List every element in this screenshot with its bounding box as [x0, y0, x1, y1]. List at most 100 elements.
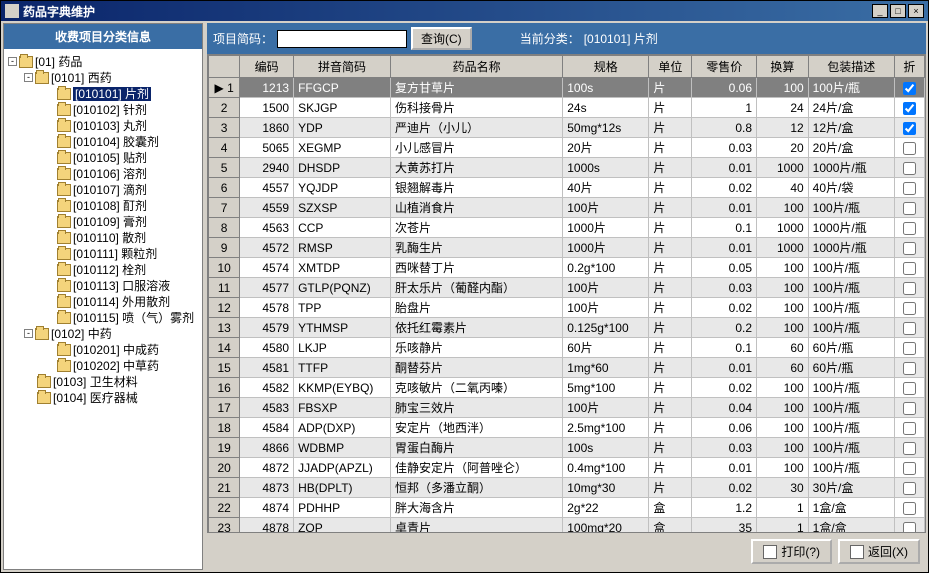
table-row[interactable]: 144580LKJP乐咳静片60片片0.16060片/瓶: [209, 338, 925, 358]
row-checkbox[interactable]: [903, 522, 916, 533]
table-row[interactable]: 214873HB(DPLT)恒邦（多潘立酮）10mg*30片0.023030片/…: [209, 478, 925, 498]
tree-node[interactable]: [010114] 外用散剂: [4, 293, 202, 309]
tree-node[interactable]: [010102] 针剂: [4, 101, 202, 117]
cell-check[interactable]: [894, 418, 924, 438]
table-row[interactable]: 194866WDBMP胃蛋白酶片100s片0.03100100片/瓶: [209, 438, 925, 458]
cell-check[interactable]: [894, 498, 924, 518]
cell-check[interactable]: [894, 118, 924, 138]
data-grid[interactable]: 编码拼音简码药品名称规格单位零售价换算包装描述折▶ 11213FFGCP复方甘草…: [207, 54, 926, 533]
col-header[interactable]: 包装描述: [808, 56, 894, 78]
table-row[interactable]: 31860YDP严迪片（小儿）50mg*12s片0.81212片/盒: [209, 118, 925, 138]
cell-check[interactable]: [894, 518, 924, 534]
cell-check[interactable]: [894, 298, 924, 318]
row-checkbox[interactable]: [903, 342, 916, 355]
tree-node[interactable]: [010111] 颗粒剂: [4, 245, 202, 261]
col-header[interactable]: 单位: [649, 56, 692, 78]
row-checkbox[interactable]: [903, 222, 916, 235]
maximize-button[interactable]: □: [890, 4, 906, 18]
table-row[interactable]: 204872JJADP(APZL)佳静安定片（阿普唑仑）0.4mg*100片0.…: [209, 458, 925, 478]
tree-node[interactable]: [010104] 胶囊剂: [4, 133, 202, 149]
cell-check[interactable]: [894, 378, 924, 398]
row-checkbox[interactable]: [903, 482, 916, 495]
tree-node[interactable]: [010202] 中草药: [4, 357, 202, 373]
tree-node[interactable]: [010107] 滴剂: [4, 181, 202, 197]
row-checkbox[interactable]: [903, 242, 916, 255]
cell-check[interactable]: [894, 138, 924, 158]
table-row[interactable]: 52940DHSDP大黄苏打片1000s片0.0110001000片/瓶: [209, 158, 925, 178]
row-checkbox[interactable]: [903, 202, 916, 215]
table-row[interactable]: 104574XMTDP西咪替丁片0.2g*100片0.05100100片/瓶: [209, 258, 925, 278]
cell-check[interactable]: [894, 238, 924, 258]
table-row[interactable]: ▶ 11213FFGCP复方甘草片100s片0.06100100片/瓶: [209, 78, 925, 98]
cell-check[interactable]: [894, 278, 924, 298]
row-checkbox[interactable]: [903, 382, 916, 395]
tree-node[interactable]: [010106] 溶剂: [4, 165, 202, 181]
cell-check[interactable]: [894, 178, 924, 198]
tree-node[interactable]: -[01] 药品: [4, 53, 202, 69]
cell-check[interactable]: [894, 358, 924, 378]
tree-node[interactable]: -[0101] 西药: [4, 69, 202, 85]
row-checkbox[interactable]: [903, 82, 916, 95]
table-row[interactable]: 21500SKJGP伤科接骨片24s片12424片/盒: [209, 98, 925, 118]
cell-check[interactable]: [894, 438, 924, 458]
tree-node[interactable]: -[0102] 中药: [4, 325, 202, 341]
tree-toggle-icon[interactable]: -: [24, 73, 33, 82]
minimize-button[interactable]: _: [872, 4, 888, 18]
row-checkbox[interactable]: [903, 302, 916, 315]
tree-node[interactable]: [010103] 丸剂: [4, 117, 202, 133]
col-header[interactable]: 拼音简码: [294, 56, 391, 78]
table-row[interactable]: 154581TTFP酮替芬片1mg*60片0.016060片/瓶: [209, 358, 925, 378]
row-checkbox[interactable]: [903, 142, 916, 155]
table-row[interactable]: 184584ADP(DXP)安定片（地西泮）2.5mg*100片0.061001…: [209, 418, 925, 438]
row-checkbox[interactable]: [903, 182, 916, 195]
table-row[interactable]: 234878ZQP卓青片100mg*20盒3511盒/盒: [209, 518, 925, 534]
cell-check[interactable]: [894, 158, 924, 178]
tree-node[interactable]: [010108] 酊剂: [4, 197, 202, 213]
tree-node[interactable]: [0103] 卫生材料: [4, 373, 202, 389]
cell-check[interactable]: [894, 78, 924, 98]
cell-check[interactable]: [894, 198, 924, 218]
print-button[interactable]: 打印(?): [751, 539, 832, 564]
col-header[interactable]: [209, 56, 240, 78]
tree-node[interactable]: [010113] 口服溶液: [4, 277, 202, 293]
close-button[interactable]: ×: [908, 4, 924, 18]
cell-check[interactable]: [894, 218, 924, 238]
table-row[interactable]: 45065XEGMP小儿感冒片20片片0.032020片/盒: [209, 138, 925, 158]
row-checkbox[interactable]: [903, 102, 916, 115]
table-row[interactable]: 74559SZXSP山植消食片100片片0.01100100片/瓶: [209, 198, 925, 218]
col-header[interactable]: 规格: [563, 56, 649, 78]
cell-check[interactable]: [894, 458, 924, 478]
row-checkbox[interactable]: [903, 422, 916, 435]
tree-toggle-icon[interactable]: -: [24, 329, 33, 338]
row-checkbox[interactable]: [903, 282, 916, 295]
row-checkbox[interactable]: [903, 462, 916, 475]
row-checkbox[interactable]: [903, 402, 916, 415]
tree-toggle-icon[interactable]: -: [8, 57, 17, 66]
return-button[interactable]: 返回(X): [838, 539, 920, 564]
tree-node[interactable]: [010101] 片剂: [4, 85, 202, 101]
query-button[interactable]: 查询(C): [411, 27, 472, 50]
table-row[interactable]: 134579YTHMSP依托红霉素片0.125g*100片0.2100100片/…: [209, 318, 925, 338]
cell-check[interactable]: [894, 318, 924, 338]
tree-node[interactable]: [010110] 散剂: [4, 229, 202, 245]
cell-check[interactable]: [894, 98, 924, 118]
col-header[interactable]: 药品名称: [390, 56, 562, 78]
table-row[interactable]: 94572RMSP乳酶生片1000片片0.0110001000片/瓶: [209, 238, 925, 258]
table-row[interactable]: 64557YQJDP银翘解毒片40片片0.024040片/袋: [209, 178, 925, 198]
cell-check[interactable]: [894, 478, 924, 498]
category-tree[interactable]: -[01] 药品-[0101] 西药[010101] 片剂[010102] 针剂…: [4, 49, 202, 569]
cell-check[interactable]: [894, 258, 924, 278]
row-checkbox[interactable]: [903, 262, 916, 275]
table-row[interactable]: 164582KKMP(EYBQ)克咳敏片（二氧丙嗪）5mg*100片0.0210…: [209, 378, 925, 398]
row-checkbox[interactable]: [903, 322, 916, 335]
table-row[interactable]: 224874PDHHP胖大海含片2g*22盒1.211盒/盒: [209, 498, 925, 518]
code-input[interactable]: [277, 30, 407, 48]
table-row[interactable]: 124578TPP胎盘片100片片0.02100100片/瓶: [209, 298, 925, 318]
tree-node[interactable]: [0104] 医疗器械: [4, 389, 202, 405]
tree-node[interactable]: [010105] 贴剂: [4, 149, 202, 165]
row-checkbox[interactable]: [903, 502, 916, 515]
col-header[interactable]: 换算: [757, 56, 809, 78]
col-header[interactable]: 零售价: [692, 56, 757, 78]
col-header[interactable]: 编码: [240, 56, 294, 78]
tree-node[interactable]: [010115] 喷（气）雾剂: [4, 309, 202, 325]
